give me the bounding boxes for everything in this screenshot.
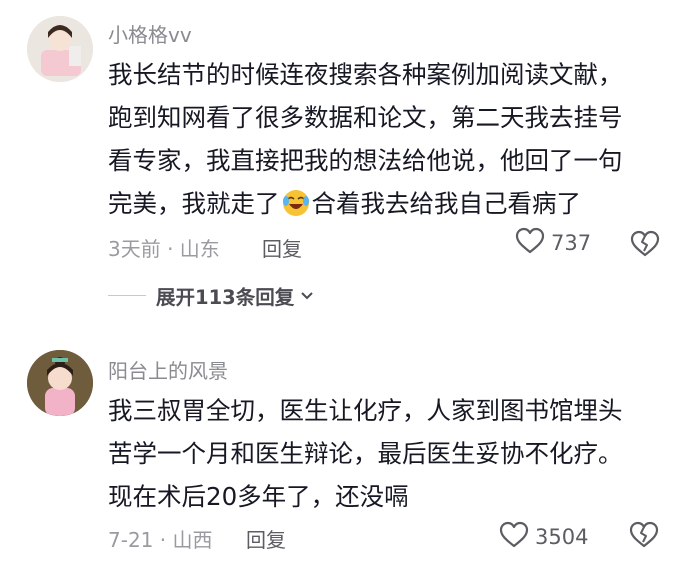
like-count: 737 — [551, 231, 592, 255]
expand-replies-label: 展开113条回复 — [156, 286, 295, 309]
comment-line: 看专家，我直接把我的想法给他说，他回了一句 — [108, 146, 623, 175]
heart-icon — [515, 227, 545, 259]
username[interactable]: 阳台上的风景 — [108, 355, 228, 384]
comment-item: 小格格vv 我长结节的时候连夜搜索各种案例加阅读文献， 跑到知网看了很多数据和论… — [0, 0, 690, 330]
comment-text: 我三叔胃全切，医生让化疗，人家到图书馆埋头 苦学一个月和医生辩论，最后医生妥协不… — [108, 389, 668, 518]
comment-line: 完美，我就走了 合着我去给我自己看病了 — [108, 182, 668, 225]
heart-icon — [499, 521, 529, 553]
comment-text: 我长结节的时候连夜搜索各种案例加阅读文献， 跑到知网看了很多数据和论文，第二天我… — [108, 53, 668, 225]
broken-heart-icon — [630, 230, 660, 262]
comment-line: 苦学一个月和医生辩论，最后医生妥协不化疗。 — [108, 439, 623, 468]
chevron-down-icon — [300, 286, 314, 305]
divider — [108, 295, 146, 296]
comment-line: 现在术后20多年了，还没嗝 — [108, 482, 409, 511]
reply-button[interactable]: 回复 — [262, 233, 302, 262]
comment-line: 跑到知网看了很多数据和论文，第二天我去挂号 — [108, 103, 623, 132]
avatar[interactable] — [27, 16, 93, 82]
comment-meta: 7-21 · 山西 — [108, 528, 213, 552]
laughing-tears-emoji-icon — [282, 187, 310, 216]
comment-meta: 3天前 · 山东 — [108, 237, 220, 261]
comment-line-tail: 合着我去给我自己看病了 — [311, 189, 582, 218]
like-count: 3504 — [535, 525, 589, 549]
avatar[interactable] — [27, 350, 93, 416]
username[interactable]: 小格格vv — [108, 19, 192, 48]
comment-line: 我长结节的时候连夜搜索各种案例加阅读文献， — [108, 60, 623, 89]
like-button[interactable]: 737 — [515, 227, 591, 259]
reply-button[interactable]: 回复 — [246, 524, 286, 553]
comment-line-text: 完美，我就走了 — [108, 189, 280, 218]
comment-line: 我三叔胃全切，医生让化疗，人家到图书馆埋头 — [108, 396, 623, 425]
dislike-button[interactable] — [630, 230, 660, 262]
like-button[interactable]: 3504 — [499, 521, 588, 553]
expand-replies-button[interactable]: 展开113条回复 — [108, 281, 314, 310]
dislike-button[interactable] — [629, 521, 659, 553]
broken-heart-icon — [629, 521, 659, 553]
